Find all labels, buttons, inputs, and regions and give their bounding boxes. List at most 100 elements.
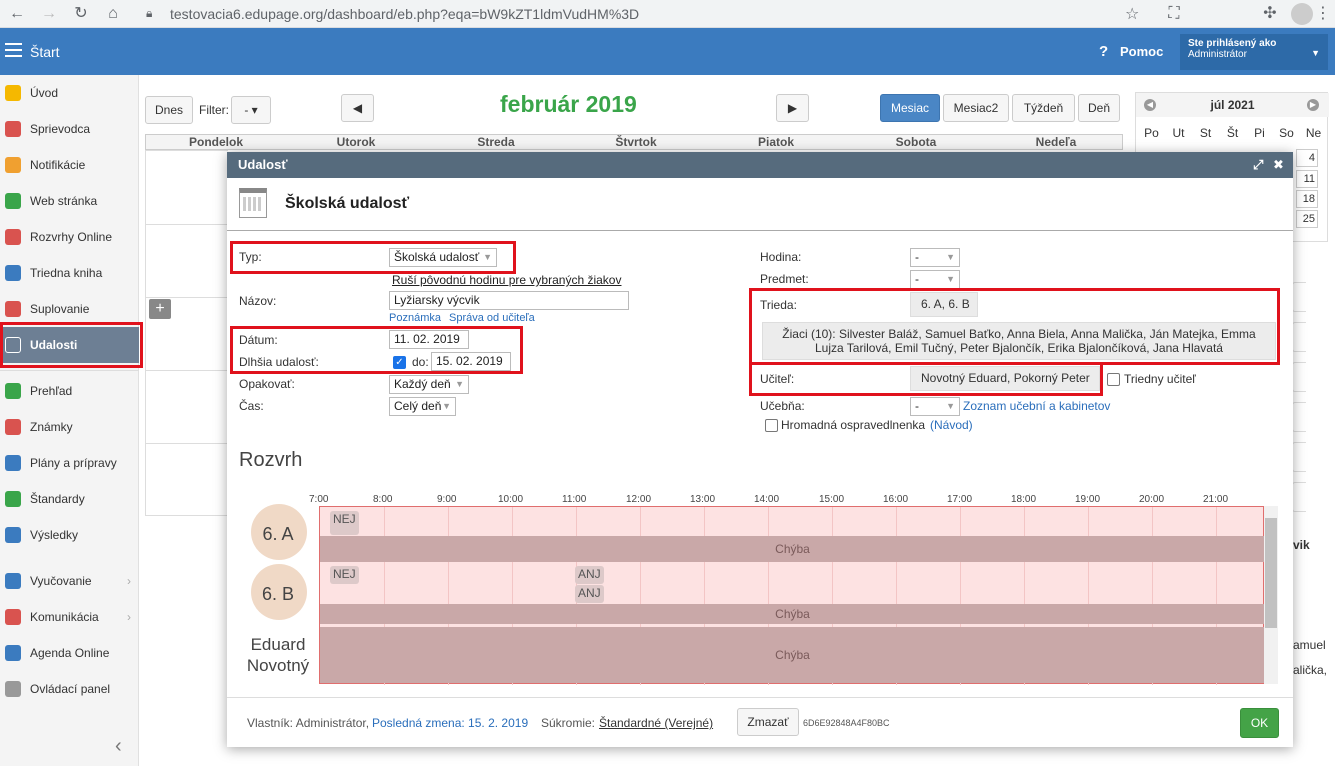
menu-kebab-icon[interactable]: ⋮ xyxy=(1314,5,1332,23)
sidebar-item[interactable]: Plány a prípravy xyxy=(0,445,139,481)
poznamka-link[interactable]: Poznámka xyxy=(389,312,441,324)
hour-label: 21:00 xyxy=(1203,494,1229,505)
side-panel-tab[interactable] xyxy=(1292,322,1306,352)
side-panel-tab[interactable] xyxy=(1292,482,1306,512)
address-bar[interactable]: 🔒︎ testovacia6.edupage.org/dashboard/eb.… xyxy=(140,3,1155,25)
calendar-grid[interactable] xyxy=(145,150,228,516)
view-den[interactable]: Deň xyxy=(1078,94,1120,122)
sidebar-item[interactable]: Komunikácia › xyxy=(0,599,139,635)
sidebar-item[interactable]: Štandardy xyxy=(0,481,139,517)
sidebar-item[interactable]: Úvod xyxy=(0,75,139,111)
lesson-nej[interactable]: NEJ xyxy=(330,511,359,535)
sidebar-item[interactable]: Vyučovanie › xyxy=(0,563,139,599)
day-label: Nedeľa xyxy=(1035,135,1077,149)
browser-toolbar: ← → ↻ ⌂ 🔒︎ testovacia6.edupage.org/dashb… xyxy=(0,0,1335,28)
mini-day[interactable]: 18 xyxy=(1296,190,1318,208)
mini-day[interactable]: 4 xyxy=(1296,149,1318,167)
start-link[interactable]: Štart xyxy=(30,44,60,60)
event-id: 6D6E92848A4F80BC xyxy=(803,718,890,728)
lesson-anj[interactable]: ANJ xyxy=(575,585,604,603)
delete-button[interactable]: Zmazať xyxy=(737,708,799,736)
hour-label: 12:00 xyxy=(626,494,652,505)
rusi-link[interactable]: Ruší pôvodnú hodinu pre vybraných žiakov xyxy=(392,273,621,287)
lesson-nej[interactable]: NEJ xyxy=(330,566,359,584)
view-tyzden[interactable]: Týždeň xyxy=(1012,94,1075,122)
side-panel-tab[interactable] xyxy=(1292,362,1306,392)
view-mesiac2[interactable]: Mesiac2 xyxy=(943,94,1009,122)
extensions-icon[interactable]: ✣ xyxy=(1261,5,1279,23)
absence-band[interactable]: Chýba xyxy=(320,627,1265,683)
opakovat-select[interactable]: Každý deň ▼ xyxy=(389,375,469,394)
mini-day[interactable]: 11 xyxy=(1296,170,1318,188)
reload-icon[interactable]: ↻ xyxy=(72,5,90,23)
zoznam-link[interactable]: Zoznam učební a kabinetov xyxy=(963,399,1110,413)
predmet-select[interactable]: - ▼ xyxy=(910,270,960,289)
star-icon[interactable]: ☆ xyxy=(1125,4,1139,24)
view-mesiac[interactable]: Mesiac xyxy=(880,94,940,122)
close-icon[interactable]: ✖ xyxy=(1273,152,1284,178)
mini-prev-icon[interactable]: ◀ xyxy=(1144,99,1156,111)
absence-band[interactable]: Chýba xyxy=(320,604,1265,624)
collapse-sidebar-icon[interactable]: ‹ xyxy=(115,735,122,758)
user-menu[interactable]: Ste prihlásený ako Administrátor ▼ xyxy=(1180,34,1328,70)
sidebar-item[interactable]: Agenda Online xyxy=(0,635,139,671)
event-dialog: Udalosť ⤢ ✖ Školská udalosť Typ: Školská… xyxy=(227,152,1293,747)
hour-label: 9:00 xyxy=(437,494,457,505)
help-link[interactable]: Pomoc xyxy=(1120,44,1163,59)
filter-select[interactable]: - ▾ xyxy=(231,96,271,124)
sidebar-icon xyxy=(5,645,21,661)
hour-label: 15:00 xyxy=(819,494,845,505)
schedule-scrollbar[interactable] xyxy=(1264,506,1278,684)
side-panel-tab[interactable] xyxy=(1292,442,1306,472)
sidebar-item[interactable]: Triedna kniha xyxy=(0,255,139,291)
sidebar-item-label: Úvod xyxy=(30,86,59,100)
ucebna-select[interactable]: - ▼ xyxy=(910,397,960,416)
today-button[interactable]: Dnes xyxy=(145,96,193,124)
row-label-6a: 6. A xyxy=(262,524,294,544)
sidebar-item[interactable]: Známky xyxy=(0,409,139,445)
sidebar-item[interactable]: Web stránka xyxy=(0,183,139,219)
cas-select[interactable]: Celý deň ▼ xyxy=(389,397,456,416)
side-panel-tab[interactable] xyxy=(1292,282,1306,312)
screenshot-icon[interactable]: ⛶ xyxy=(1165,5,1183,23)
sidebar-icon xyxy=(5,681,21,697)
forward-icon[interactable]: → xyxy=(40,5,58,23)
profile-avatar[interactable] xyxy=(1291,3,1313,25)
chevron-down-icon: ▼ xyxy=(946,274,955,284)
prev-month-button[interactable]: ◀ xyxy=(341,94,374,122)
sidebar-item-label: Prehľad xyxy=(30,384,73,398)
sprava-link[interactable]: Správa od učiteľa xyxy=(449,312,535,324)
absence-band[interactable]: Chýba xyxy=(320,536,1265,562)
help-icon[interactable]: ? xyxy=(1099,43,1108,60)
privacy-link[interactable]: Štandardné (Verejné) xyxy=(599,716,713,730)
hour-label: 8:00 xyxy=(373,494,393,505)
nazov-input[interactable]: Lyžiarsky výcvik xyxy=(389,291,629,310)
filter-label: Filter: xyxy=(199,103,229,117)
mini-day[interactable]: 25 xyxy=(1296,210,1318,228)
sidebar: Úvod Sprievodca Notifikácie Web stránka Rozv… xyxy=(0,75,139,766)
privacy-label: Súkromie: xyxy=(541,716,596,730)
mini-next-icon[interactable]: ▶ xyxy=(1307,99,1319,111)
side-panel-tab[interactable] xyxy=(1292,402,1306,432)
navod-link[interactable]: (Návod) xyxy=(930,418,973,432)
sidebar-item[interactable]: Notifikácie xyxy=(0,147,139,183)
sidebar-item-label: Web stránka xyxy=(30,194,98,208)
lesson-anj[interactable]: ANJ xyxy=(575,566,604,584)
maximize-icon[interactable]: ⤢ xyxy=(1253,152,1263,178)
sidebar-item[interactable]: Ovládací panel xyxy=(0,671,139,707)
triedny-checkbox[interactable] xyxy=(1107,373,1120,386)
sidebar-item[interactable]: Rozvrhy Online xyxy=(0,219,139,255)
hodina-select[interactable]: - ▼ xyxy=(910,248,960,267)
sidebar-item[interactable]: Sprievodca xyxy=(0,111,139,147)
add-event-button[interactable]: + xyxy=(149,299,171,319)
back-icon[interactable]: ← xyxy=(8,5,26,23)
ok-button[interactable]: OK xyxy=(1240,708,1279,738)
app-header: Štart ? Pomoc Ste prihlásený ako Adminis… xyxy=(0,28,1335,75)
home-icon[interactable]: ⌂ xyxy=(104,5,122,23)
month-title: február 2019 xyxy=(500,91,637,117)
next-month-button[interactable]: ▶ xyxy=(776,94,809,122)
sidebar-item[interactable]: Prehľad xyxy=(0,373,139,409)
hromadna-checkbox[interactable] xyxy=(765,419,778,432)
sidebar-item[interactable]: Výsledky xyxy=(0,517,139,553)
hamburger-icon[interactable] xyxy=(5,43,22,57)
